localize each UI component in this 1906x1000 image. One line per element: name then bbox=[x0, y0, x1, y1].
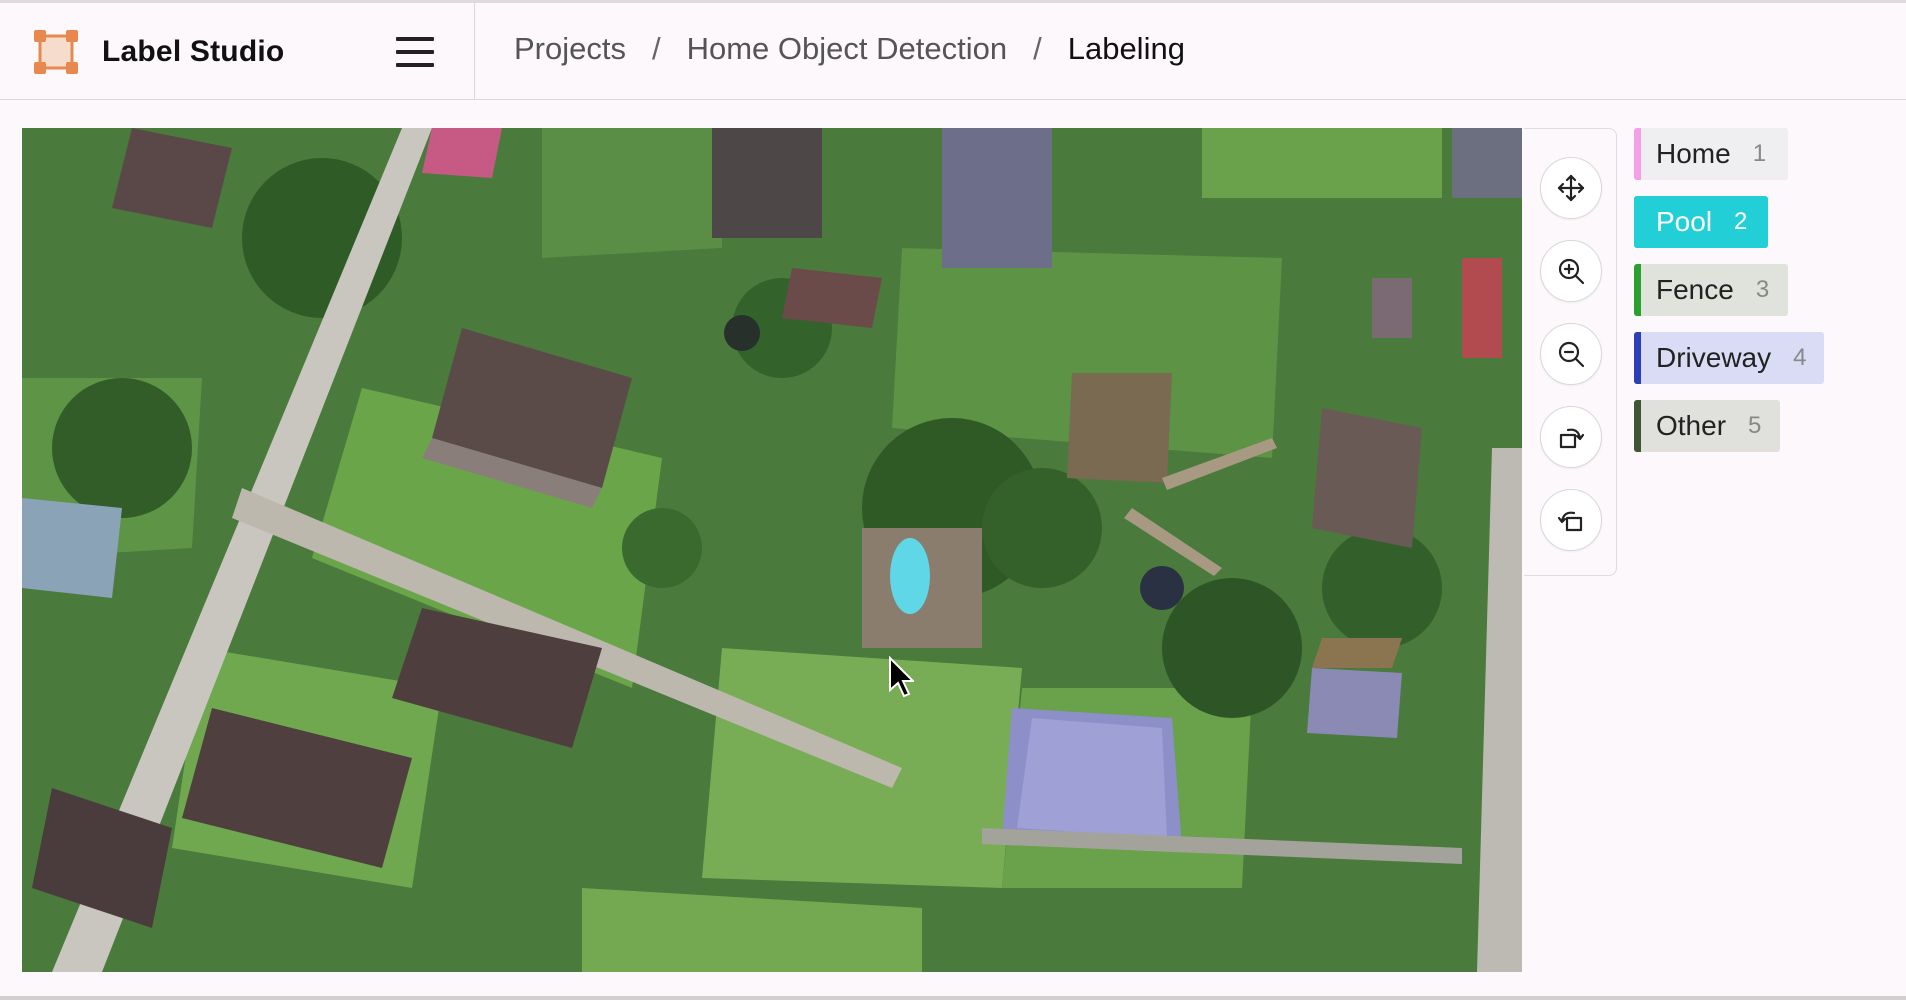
label-color-bar bbox=[1634, 264, 1641, 316]
breadcrumb-separator: / bbox=[1033, 31, 1042, 66]
label-hotkey: 2 bbox=[1734, 208, 1748, 235]
brand[interactable]: Label Studio bbox=[34, 30, 284, 74]
label-fence[interactable]: Fence 3 bbox=[1634, 264, 1788, 316]
move-arrows-icon bbox=[1557, 174, 1585, 202]
app-header: Label Studio Projects / Home Object Dete… bbox=[0, 3, 1906, 100]
label-studio-logo-icon bbox=[34, 30, 78, 74]
label-hotkey: 4 bbox=[1793, 344, 1807, 371]
zoom-out-button[interactable] bbox=[1540, 323, 1602, 385]
label-hotkey: 5 bbox=[1748, 412, 1762, 439]
label-driveway[interactable]: Driveway 4 bbox=[1634, 332, 1824, 384]
breadcrumb-separator: / bbox=[651, 31, 661, 66]
app-name: Label Studio bbox=[102, 35, 285, 68]
label-color-bar bbox=[1634, 400, 1641, 452]
zoom-in-button[interactable] bbox=[1540, 240, 1602, 302]
label-text: Pool bbox=[1656, 206, 1713, 237]
rotate-right-icon bbox=[1557, 511, 1583, 532]
label-color-bar bbox=[1634, 332, 1641, 384]
label-other[interactable]: Other 5 bbox=[1634, 400, 1780, 452]
rotate-left-icon bbox=[1559, 428, 1585, 449]
zoom-in-icon bbox=[1558, 258, 1585, 285]
label-text: Home bbox=[1656, 138, 1731, 169]
header-divider bbox=[474, 3, 475, 99]
breadcrumb-projects[interactable]: Projects bbox=[514, 31, 626, 67]
image-toolbar bbox=[1524, 128, 1617, 576]
mouse-cursor-icon bbox=[888, 656, 914, 700]
breadcrumb-current: Labeling bbox=[1067, 31, 1185, 66]
label-color-bar bbox=[1634, 128, 1641, 180]
labeling-image-canvas[interactable] bbox=[22, 128, 1522, 972]
label-text: Fence bbox=[1656, 274, 1734, 305]
label-text: Other bbox=[1656, 410, 1727, 441]
label-home[interactable]: Home 1 bbox=[1634, 128, 1788, 180]
aerial-image bbox=[22, 128, 1522, 972]
bottom-border bbox=[0, 996, 1906, 1000]
label-hotkey: 1 bbox=[1752, 140, 1767, 167]
rotate-right-button[interactable] bbox=[1540, 489, 1602, 551]
zoom-out-icon bbox=[1558, 341, 1585, 368]
label-hotkey: 3 bbox=[1755, 276, 1770, 303]
breadcrumb-project[interactable]: Home Object Detection bbox=[687, 31, 1007, 67]
hamburger-menu-icon[interactable] bbox=[396, 37, 434, 67]
label-pool[interactable]: Pool 2 bbox=[1634, 196, 1768, 248]
label-color-bar bbox=[1634, 196, 1641, 248]
label-text: Driveway bbox=[1656, 342, 1772, 373]
rotate-left-button[interactable] bbox=[1540, 406, 1602, 468]
breadcrumb: Projects / Home Object Detection / Label… bbox=[514, 31, 1185, 67]
pan-tool-button[interactable] bbox=[1540, 157, 1602, 219]
